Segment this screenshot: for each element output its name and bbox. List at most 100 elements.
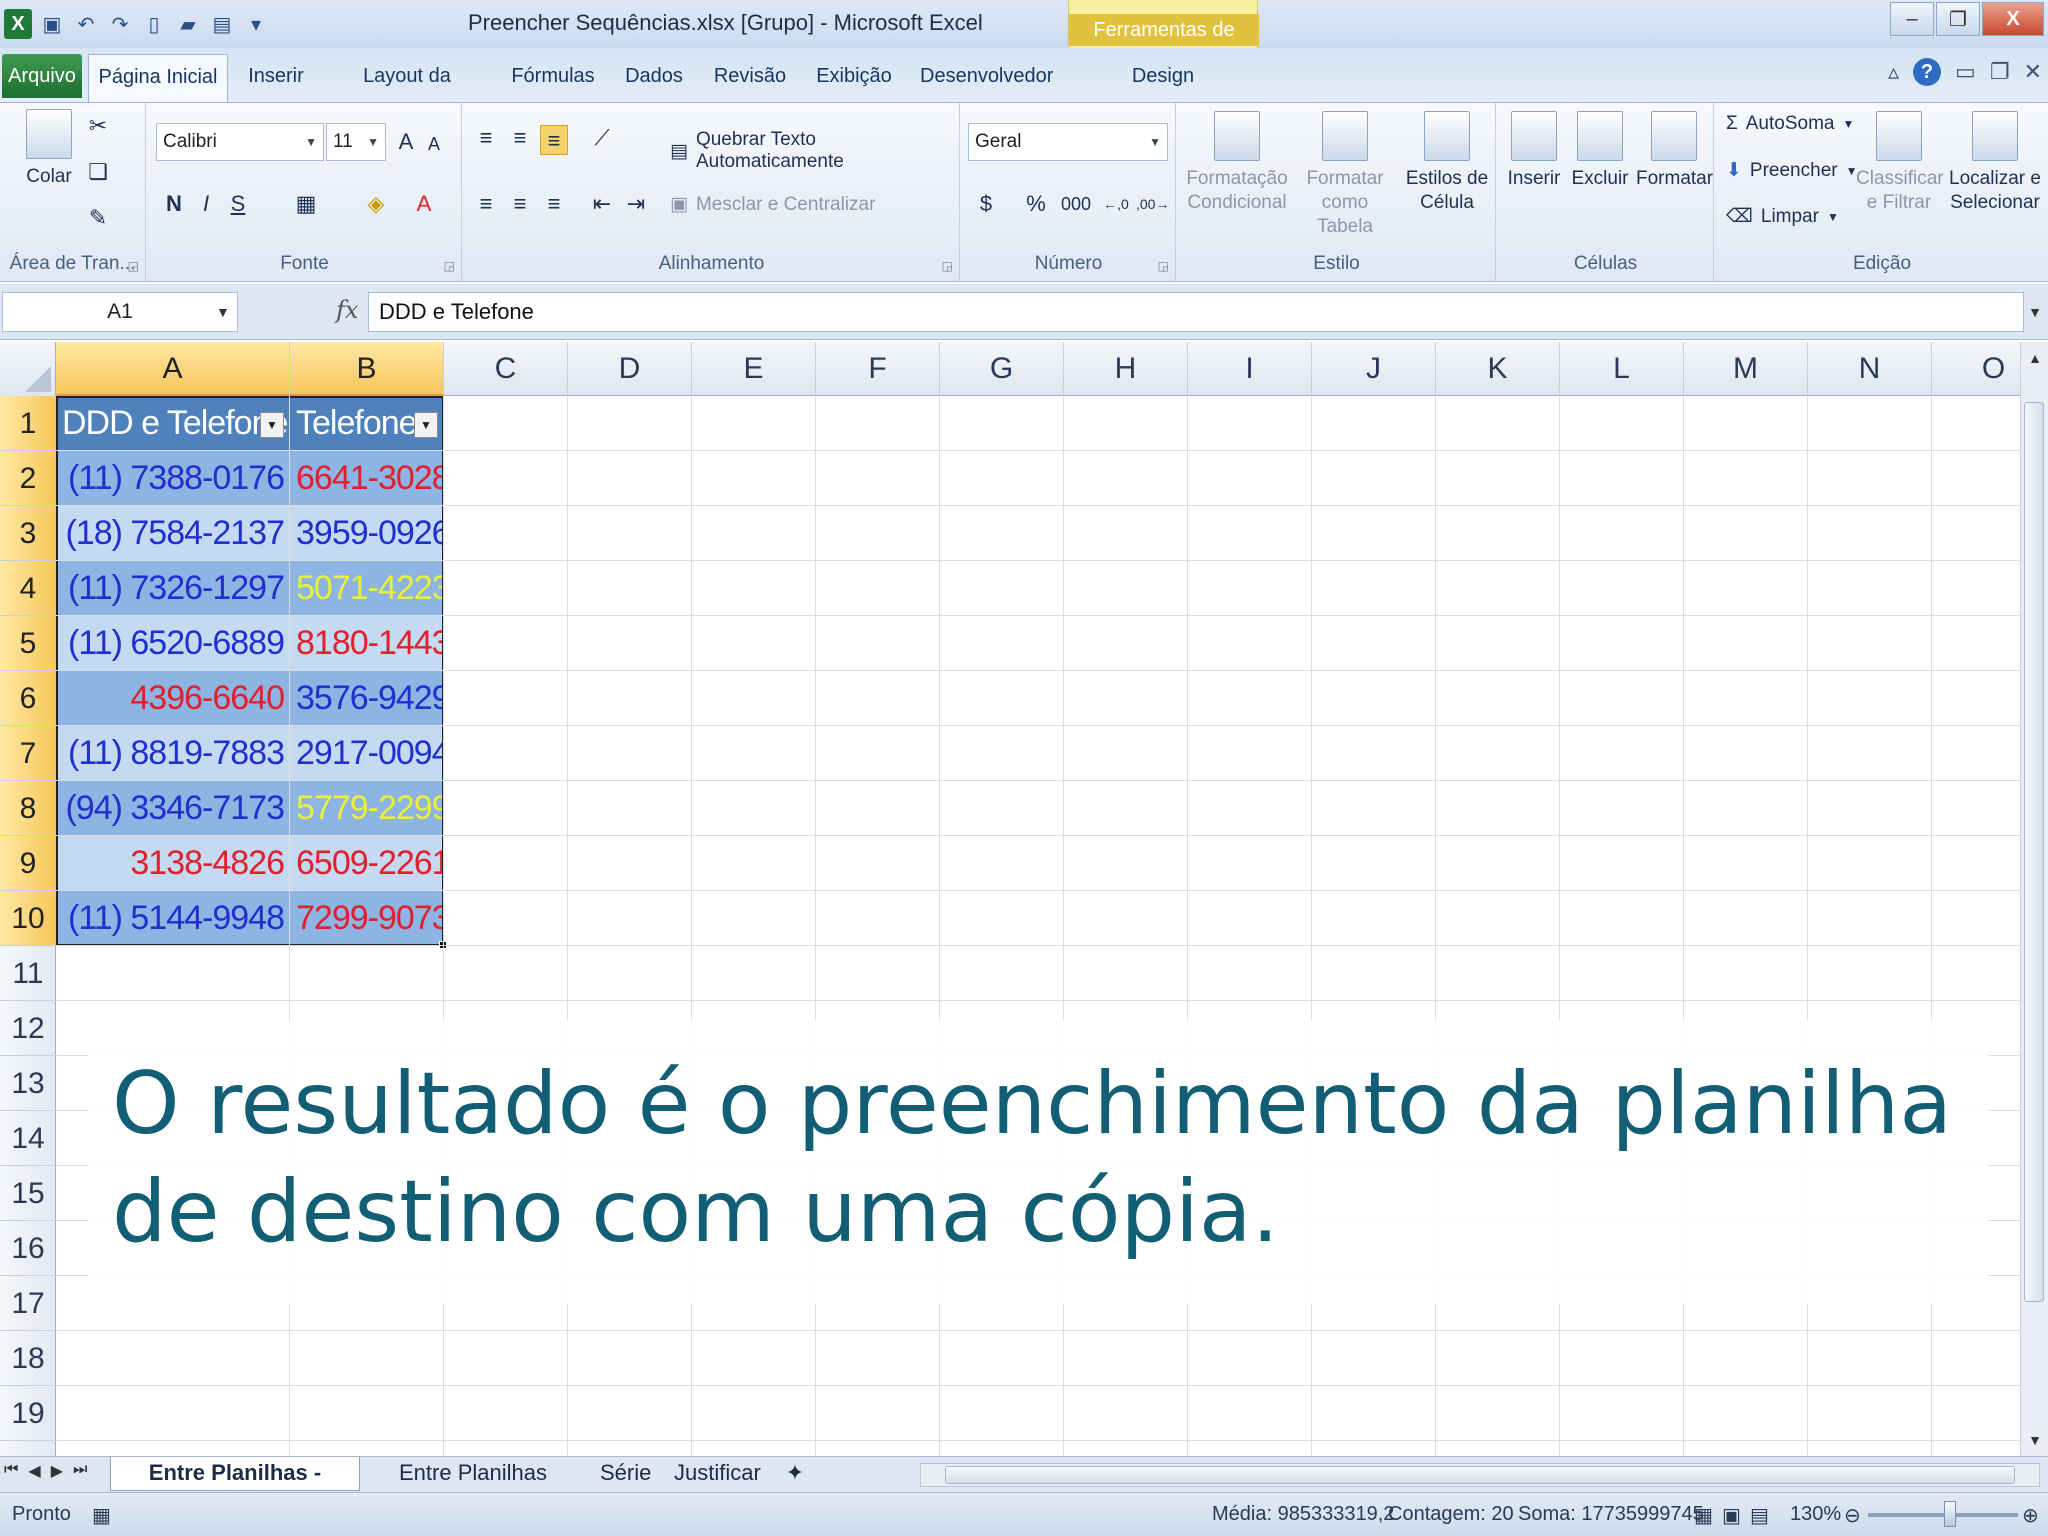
- vertical-scrollbar[interactable]: ▲ ▼: [2020, 342, 2048, 1456]
- column-header-b[interactable]: B: [290, 342, 444, 396]
- horizontal-scroll-thumb[interactable]: [945, 1466, 2015, 1484]
- fill-button[interactable]: ⬇ Preencher ▼: [1726, 159, 1857, 182]
- italic-button[interactable]: I: [192, 189, 220, 219]
- number-format-combo[interactable]: Geral ▼: [968, 123, 1168, 161]
- copy-icon[interactable]: ❏: [84, 157, 112, 187]
- insert-cells-button[interactable]: Inserir: [1504, 111, 1564, 191]
- column-header-e[interactable]: E: [692, 342, 816, 396]
- row-header-14[interactable]: 14: [0, 1111, 56, 1166]
- prev-sheet-icon[interactable]: ◀: [28, 1461, 40, 1481]
- align-right-icon[interactable]: ≡: [540, 189, 568, 219]
- row-header-16[interactable]: 16: [0, 1221, 56, 1276]
- table-cell[interactable]: 6509-2261: [290, 836, 444, 891]
- table-cell[interactable]: 2917-0094: [290, 726, 444, 781]
- row-header-8[interactable]: 8: [0, 781, 56, 836]
- align-bottom-icon[interactable]: ≡: [540, 125, 568, 155]
- row-header-3[interactable]: 3: [0, 506, 56, 561]
- row-header-9[interactable]: 9: [0, 836, 56, 891]
- format-as-table-button[interactable]: Formatar como Tabela: [1292, 111, 1398, 239]
- next-sheet-icon[interactable]: ▶: [51, 1461, 63, 1481]
- sort-filter-button[interactable]: Classificar e Filtrar: [1856, 111, 1944, 215]
- last-sheet-icon[interactable]: ⏭: [73, 1461, 87, 1481]
- table-cell[interactable]: 5779-2299: [290, 781, 444, 836]
- sheet-tab-origem[interactable]: Entre Planilhas Origem: [368, 1457, 578, 1517]
- column-header-k[interactable]: K: [1436, 342, 1560, 396]
- close-button[interactable]: X: [1982, 2, 2044, 36]
- formula-input[interactable]: DDD e Telefone: [368, 292, 2024, 332]
- alignment-launcher-icon[interactable]: ◲: [942, 259, 953, 273]
- align-top-icon[interactable]: ≡: [472, 123, 500, 153]
- column-header-g[interactable]: G: [940, 342, 1064, 396]
- autosum-button[interactable]: Σ AutoSoma ▼: [1726, 113, 1854, 135]
- excel-logo-icon[interactable]: X: [4, 9, 32, 39]
- table-cell[interactable]: (18) 7584-2137: [56, 506, 290, 561]
- row-header-6[interactable]: 6: [0, 671, 56, 726]
- tab-desenvolvedor[interactable]: Desenvolvedor: [920, 54, 1053, 98]
- bold-button[interactable]: N: [160, 189, 188, 219]
- fill-color-icon[interactable]: ◈: [362, 189, 390, 219]
- workbook-restore-icon[interactable]: ❐: [1990, 59, 2010, 85]
- sheet-tab-destino[interactable]: Entre Planilhas - Destino: [110, 1457, 360, 1517]
- row-header-1[interactable]: 1: [0, 396, 56, 451]
- tab-layout[interactable]: Layout da Página: [334, 54, 480, 131]
- column-header-j[interactable]: J: [1312, 342, 1436, 396]
- wrap-text-button[interactable]: ▤ Quebrar Texto Automaticamente: [670, 129, 959, 173]
- format-cells-button[interactable]: Formatar: [1636, 111, 1713, 191]
- decrease-indent-icon[interactable]: ⇤: [588, 189, 616, 219]
- tab-exibicao[interactable]: Exibição: [814, 54, 894, 98]
- row-header-5[interactable]: 5: [0, 616, 56, 671]
- cell-styles-button[interactable]: Estilos de Célula: [1400, 111, 1494, 215]
- header-cell-telefone[interactable]: Telefone ▼: [290, 396, 444, 451]
- new-file-icon[interactable]: ▯: [140, 10, 168, 38]
- thousands-button[interactable]: 000: [1056, 189, 1096, 219]
- tab-formulas[interactable]: Fórmulas: [510, 54, 596, 98]
- macro-record-icon[interactable]: ▦: [92, 1503, 111, 1528]
- table-cell[interactable]: 7299-9073: [290, 891, 444, 946]
- horizontal-scrollbar[interactable]: [920, 1463, 2040, 1487]
- vertical-scroll-thumb[interactable]: [2024, 402, 2044, 1302]
- tab-arquivo[interactable]: Arquivo: [2, 54, 82, 98]
- table-cell[interactable]: 4396-6640: [56, 671, 290, 726]
- tab-pagina-inicial[interactable]: Página Inicial: [88, 54, 228, 102]
- row-header-13[interactable]: 13: [0, 1056, 56, 1111]
- column-header-c[interactable]: C: [444, 342, 568, 396]
- row-header-12[interactable]: 12: [0, 1001, 56, 1056]
- sheet-tab-serie[interactable]: Série: [590, 1457, 654, 1491]
- minimize-ribbon-icon[interactable]: ▵: [1888, 59, 1899, 85]
- table-cell[interactable]: 3138-4826: [56, 836, 290, 891]
- insert-function-icon[interactable]: fx: [336, 296, 358, 324]
- column-header-d[interactable]: D: [568, 342, 692, 396]
- scroll-up-icon[interactable]: ▲: [2021, 346, 2048, 370]
- workbook-minimize-icon[interactable]: ▭: [1955, 59, 1976, 85]
- column-header-i[interactable]: I: [1188, 342, 1312, 396]
- table-cell[interactable]: (11) 7388-0176: [56, 451, 290, 506]
- column-header-a[interactable]: A: [56, 342, 290, 396]
- zoom-slider[interactable]: [1868, 1513, 2018, 1517]
- row-header-7[interactable]: 7: [0, 726, 56, 781]
- sheet-tab-justificar[interactable]: Justificar: [664, 1457, 764, 1491]
- column-header-m[interactable]: M: [1684, 342, 1808, 396]
- table-cell[interactable]: (11) 7326-1297: [56, 561, 290, 616]
- help-icon[interactable]: ?: [1913, 58, 1942, 86]
- expand-formula-bar-icon[interactable]: ▼: [2024, 292, 2046, 332]
- number-launcher-icon[interactable]: ◲: [1158, 259, 1169, 273]
- format-painter-icon[interactable]: ✎: [84, 203, 112, 233]
- zoom-level[interactable]: 130%: [1790, 1503, 1841, 1526]
- minimize-button[interactable]: –: [1890, 2, 1934, 36]
- table-cell[interactable]: 3576-9429: [290, 671, 444, 726]
- column-header-h[interactable]: H: [1064, 342, 1188, 396]
- clipboard-launcher-icon[interactable]: ◲: [128, 259, 139, 273]
- decrease-decimal-icon[interactable]: ,00→: [1136, 189, 1169, 219]
- header-cell-ddd-telefone[interactable]: DDD e Telefone ▼: [56, 396, 290, 451]
- shrink-font-icon[interactable]: A: [420, 129, 448, 159]
- page-break-view-icon[interactable]: ▤: [1750, 1503, 1769, 1528]
- orientation-icon[interactable]: ⟋: [588, 123, 616, 153]
- font-name-combo[interactable]: Calibri ▼: [156, 123, 324, 161]
- align-left-icon[interactable]: ≡: [472, 189, 500, 219]
- row-header-10[interactable]: 10: [0, 891, 56, 946]
- open-folder-icon[interactable]: ▰: [174, 10, 202, 38]
- currency-icon[interactable]: $: [972, 189, 1000, 219]
- row-header-15[interactable]: 15: [0, 1166, 56, 1221]
- percent-button[interactable]: %: [1022, 189, 1050, 219]
- column-header-l[interactable]: L: [1560, 342, 1684, 396]
